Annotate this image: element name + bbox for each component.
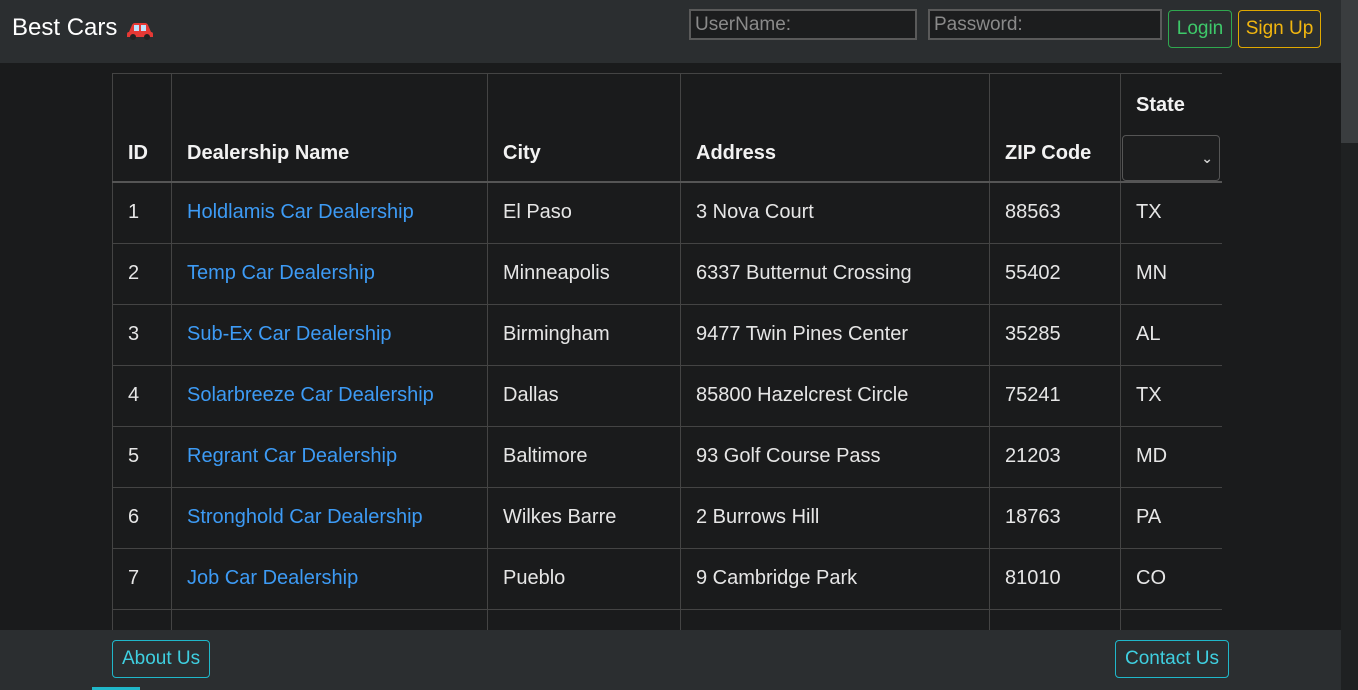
empty-cell [989,608,1121,630]
column-header-state: State ⌄ [1120,73,1222,183]
column-header-address: Address [680,73,990,183]
empty-cell [1120,608,1222,630]
empty-cell [680,608,990,630]
cell-dealership-name: Stronghold Car Dealership [171,486,488,549]
cell-address: 85800 Hazelcrest Circle [680,364,990,427]
cell-dealership-name: Job Car Dealership [171,547,488,610]
dealership-link[interactable]: Holdlamis Car Dealership [187,201,414,223]
table-row: 3 Sub-Ex Car Dealership Birmingham 9477 Twi… [112,303,1222,366]
table-row: 1 Holdlamis Car Dealership El Paso 3 Nova C… [112,181,1222,244]
password-input[interactable] [928,9,1162,40]
cell-city: Baltimore [487,425,681,488]
car-icon [125,19,155,41]
cell-zip-code: 75241 [989,364,1121,427]
state-header-label: State [1136,94,1185,116]
cell-city: Wilkes Barre [487,486,681,549]
cell-city: Minneapolis [487,242,681,305]
cell-zip-code: 21203 [989,425,1121,488]
state-filter-select[interactable]: ⌄ [1122,135,1220,181]
table-row: 5 Regrant Car Dealership Baltimore 93 Golf … [112,425,1222,488]
cell-state: PA [1120,486,1222,549]
about-us-button[interactable]: About Us [112,640,211,678]
cell-id: 2 [112,242,172,305]
cell-id: 7 [112,547,172,610]
cell-dealership-name: Holdlamis Car Dealership [171,181,488,244]
column-header-id: ID [112,73,172,183]
cell-id: 5 [112,425,172,488]
cell-state: MN [1120,242,1222,305]
cell-dealership-name: Temp Car Dealership [171,242,488,305]
vertical-scrollbar[interactable] [1341,0,1358,690]
scrollbar-thumb[interactable] [1341,0,1358,143]
table-row: 7 Job Car Dealership Pueblo 9 Cambridge Par… [112,547,1222,610]
dealerships-table-container: ID Dealership Name City Address ZIP Code… [112,73,1222,630]
dealership-link[interactable]: Temp Car Dealership [187,262,375,284]
cell-id: 3 [112,303,172,366]
table-row: 4 Solarbreeze Car Dealership Dallas 85800 H… [112,364,1222,427]
table-body: 1 Holdlamis Car Dealership El Paso 3 Nova C… [112,181,1222,630]
dealership-link[interactable]: Stronghold Car Dealership [187,506,423,528]
chevron-down-icon: ⌄ [1201,150,1213,166]
cell-dealership-name: Sub-Ex Car Dealership [171,303,488,366]
cell-zip-code: 35285 [989,303,1121,366]
cell-city: Birmingham [487,303,681,366]
cell-state: AL [1120,303,1222,366]
cell-state: CO [1120,547,1222,610]
table-row: 2 Temp Car Dealership Minneapolis 6337 Butt… [112,242,1222,305]
column-header-dealership-name: Dealership Name [171,73,488,183]
cell-state: MD [1120,425,1222,488]
cell-zip-code: 88563 [989,181,1121,244]
cell-address: 2 Burrows Hill [680,486,990,549]
table-row: 6 Stronghold Car Dealership Wilkes Barre 2 … [112,486,1222,549]
cell-state: TX [1120,181,1222,244]
cell-city: Dallas [487,364,681,427]
login-button[interactable]: Login [1168,10,1232,48]
dealership-link[interactable]: Job Car Dealership [187,567,358,589]
dealership-link[interactable]: Regrant Car Dealership [187,445,397,467]
cell-id: 6 [112,486,172,549]
empty-cell [487,608,681,630]
cell-address: 3 Nova Court [680,181,990,244]
cell-address: 9 Cambridge Park [680,547,990,610]
dealership-link[interactable]: Sub-Ex Car Dealership [187,323,392,345]
dealerships-table: ID Dealership Name City Address ZIP Code… [112,73,1222,630]
table-row-partial [112,608,1222,630]
cell-address: 9477 Twin Pines Center [680,303,990,366]
table-header-row: ID Dealership Name City Address ZIP Code… [112,73,1222,183]
signup-button[interactable]: Sign Up [1238,10,1321,48]
top-navbar: Best Cars Login Sign Up [0,0,1341,63]
column-header-zip-code: ZIP Code [989,73,1121,183]
cell-address: 93 Golf Course Pass [680,425,990,488]
brand[interactable]: Best Cars [12,14,155,42]
cell-zip-code: 81010 [989,547,1121,610]
brand-title: Best Cars [12,14,118,41]
empty-cell [112,608,172,630]
cell-city: El Paso [487,181,681,244]
empty-cell [171,608,488,630]
cell-zip-code: 18763 [989,486,1121,549]
footer: About Us Contact Us [0,630,1341,690]
column-header-city: City [487,73,681,183]
cell-dealership-name: Regrant Car Dealership [171,425,488,488]
dealership-link[interactable]: Solarbreeze Car Dealership [187,384,434,406]
cell-city: Pueblo [487,547,681,610]
contact-us-button[interactable]: Contact Us [1115,640,1229,678]
cell-zip-code: 55402 [989,242,1121,305]
cell-id: 4 [112,364,172,427]
cell-id: 1 [112,181,172,244]
cell-state: TX [1120,364,1222,427]
username-input[interactable] [689,9,917,40]
cell-dealership-name: Solarbreeze Car Dealership [171,364,488,427]
cell-address: 6337 Butternut Crossing [680,242,990,305]
